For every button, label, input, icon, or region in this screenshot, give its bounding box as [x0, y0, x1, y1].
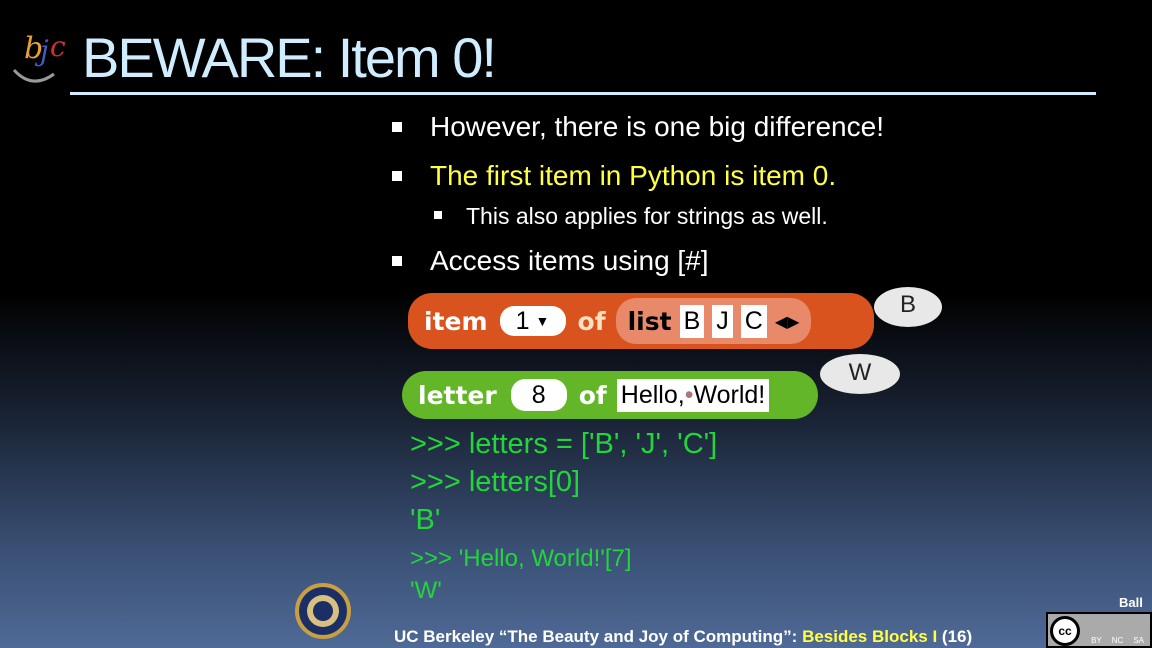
- text-input[interactable]: Hello,•World!: [616, 378, 770, 412]
- index-input[interactable]: 1 ▼: [499, 306, 566, 336]
- bullet-3: Access items using [#]: [392, 245, 709, 277]
- cc-icon: cc: [1050, 616, 1080, 646]
- list-block[interactable]: list B J C ◀▶: [615, 298, 812, 344]
- author: Ball: [1119, 595, 1143, 610]
- arrows-icon[interactable]: ◀▶: [775, 312, 800, 331]
- uc-seal: [295, 583, 351, 639]
- cc-license-badge[interactable]: cc BY NC SA: [1046, 612, 1152, 648]
- item-of-list-block[interactable]: item 1 ▼ of list B J C ◀▶: [408, 293, 874, 349]
- result-bubble-w: W: [820, 354, 900, 394]
- code-line: >>> letters = ['B', 'J', 'C']: [410, 428, 718, 460]
- code-line: >>> 'Hello, World!'[7]: [410, 545, 632, 572]
- bjc-logo: bjc: [10, 18, 70, 88]
- letter-of-block[interactable]: letter 8 of Hello,•World!: [402, 371, 818, 419]
- page-title: BEWARE: Item 0!: [82, 26, 497, 89]
- footer: UC Berkeley “The Beauty and Joy of Compu…: [394, 627, 973, 646]
- dropdown-icon[interactable]: ▼: [536, 313, 550, 329]
- code-line: >>> letters[0]: [410, 466, 581, 498]
- result-bubble-b: B: [874, 287, 942, 327]
- title-divider: [70, 92, 1096, 95]
- code-line: 'W': [410, 577, 442, 604]
- svg-text:c: c: [50, 30, 66, 63]
- bullet-1: However, there is one big difference!: [392, 111, 884, 143]
- code-line: 'B': [410, 504, 441, 536]
- letter-index-input[interactable]: 8: [510, 379, 567, 411]
- sub-bullet: This also applies for strings as well.: [434, 203, 828, 229]
- bullet-2: The first item in Python is item 0.: [392, 160, 836, 192]
